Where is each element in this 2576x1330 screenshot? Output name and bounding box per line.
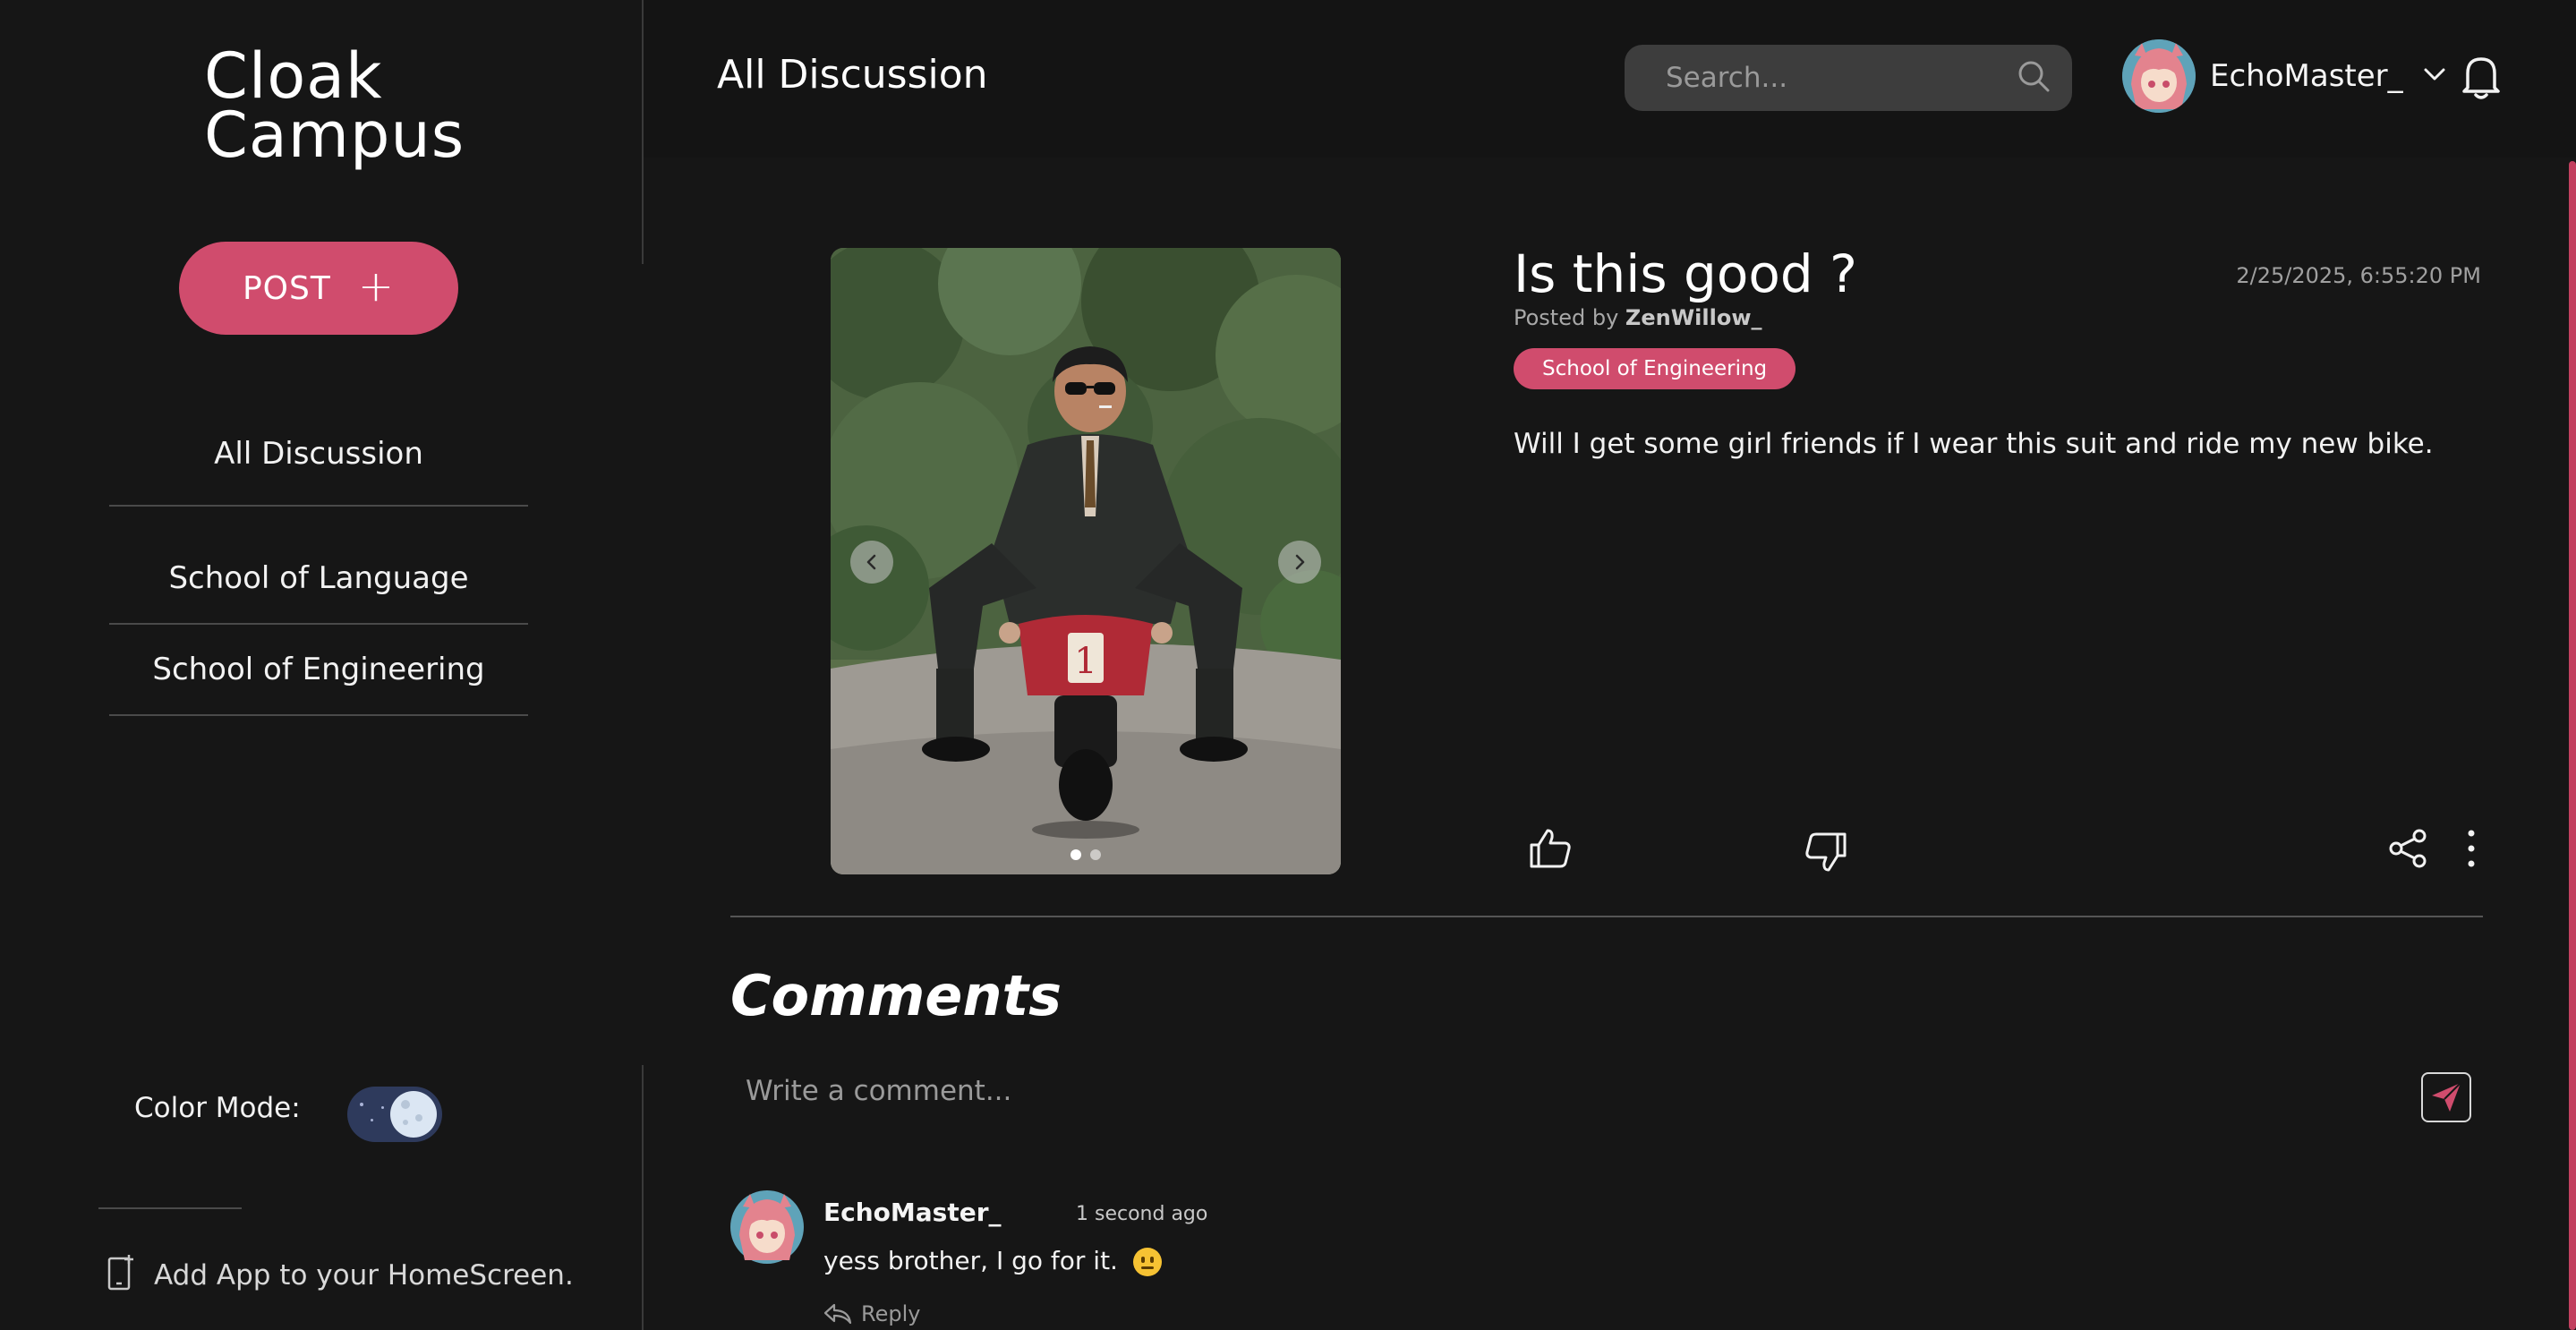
chevron-left-icon <box>866 554 876 570</box>
user-menu[interactable]: EchoMaster_ <box>2122 39 2446 113</box>
carousel-dots <box>831 849 1341 860</box>
sidebar-item-school-of-engineering[interactable]: School of Engineering <box>109 625 528 716</box>
carousel-dot-1[interactable] <box>1070 849 1081 860</box>
comment-text-content: yess brother, I go for it. <box>823 1246 1118 1275</box>
post-title: Is this good ? <box>1514 243 1857 304</box>
share-icon[interactable] <box>2389 829 2428 872</box>
star-icon <box>381 1106 384 1109</box>
moon-icon <box>390 1091 437 1138</box>
sidebar-item-label: School of Engineering <box>152 652 485 687</box>
comment-author[interactable]: EchoMaster_ <box>823 1198 1002 1227</box>
post-button-label: POST <box>242 269 331 307</box>
sidebar-nav: All Discussion School of Language School… <box>109 403 528 716</box>
avatar <box>730 1190 804 1264</box>
search-input[interactable] <box>1666 62 2016 94</box>
chevron-right-icon <box>1295 554 1305 570</box>
add-to-homescreen-link[interactable]: Add App to your HomeScreen. <box>104 1253 574 1298</box>
category-tag[interactable]: School of Engineering <box>1514 348 1796 389</box>
search-bar <box>1625 45 2072 111</box>
post-author-line: Posted by ZenWillow_ <box>1514 305 1762 330</box>
color-mode-toggle[interactable] <box>347 1087 442 1142</box>
reply-label: Reply <box>861 1301 921 1326</box>
color-mode-label: Color Mode: <box>134 1092 301 1124</box>
carousel-prev-button[interactable] <box>850 541 893 584</box>
comment-input[interactable] <box>746 1069 2357 1113</box>
comments-heading: Comments <box>730 963 1062 1028</box>
post-detail: 1 Is this good ? 2/25/2025, 6:55:20 PM P… <box>644 158 2576 1330</box>
color-mode-control: Color Mode: <box>134 1087 442 1142</box>
thumbs-up-icon[interactable] <box>1528 827 1573 874</box>
app-root: Cloak Campus POST + All Discussion Schoo… <box>0 0 2576 1330</box>
emoji-icon <box>1132 1248 1162 1276</box>
send-comment-button[interactable] <box>2421 1072 2471 1122</box>
post-button[interactable]: POST + <box>179 242 458 335</box>
sidebar-item-label: All Discussion <box>214 436 423 472</box>
image-carousel: 1 <box>831 248 1341 874</box>
thumbs-down-icon[interactable] <box>1804 831 1848 877</box>
add-to-homescreen-icon <box>104 1253 136 1298</box>
avatar <box>2122 39 2196 113</box>
username: EchoMaster_ <box>2210 58 2403 94</box>
comment-timestamp: 1 second ago <box>1076 1203 1208 1225</box>
carousel-dot-2[interactable] <box>1090 849 1101 860</box>
logo-line-2: Campus <box>204 98 465 172</box>
post-author[interactable]: ZenWillow_ <box>1625 305 1762 330</box>
posted-by-prefix: Posted by <box>1514 305 1619 330</box>
add-to-homescreen-label: Add App to your HomeScreen. <box>154 1259 574 1292</box>
reply-button[interactable]: Reply <box>823 1301 920 1326</box>
scrollbar[interactable] <box>2569 161 2576 1330</box>
plus-icon: + <box>357 261 396 311</box>
page-title: All Discussion <box>717 52 988 98</box>
carousel-next-button[interactable] <box>1278 541 1321 584</box>
svg-text:1: 1 <box>1074 641 1096 682</box>
sidebar-item-all-discussion[interactable]: All Discussion <box>109 403 528 507</box>
sidebar-item-label: School of Language <box>168 560 469 596</box>
reply-icon <box>823 1303 852 1325</box>
post-body: Will I get some girl friends if I wear t… <box>1514 428 2434 460</box>
send-icon <box>2432 1082 2461 1112</box>
chevron-down-icon <box>2423 67 2446 85</box>
more-options-icon[interactable] <box>2466 829 2477 872</box>
app-logo[interactable]: Cloak Campus <box>204 39 490 172</box>
top-header: All Discussion Search... EchoMaster_ <box>644 0 2576 158</box>
sidebar-divider <box>98 1207 242 1209</box>
bell-icon[interactable] <box>2461 54 2502 104</box>
post-image: 1 <box>831 248 1341 874</box>
comment-text: yess brother, I go for it. <box>823 1246 1162 1276</box>
sidebar-item-school-of-language[interactable]: School of Language <box>109 533 528 625</box>
star-icon <box>371 1119 373 1121</box>
post-divider <box>730 916 2483 917</box>
search-icon[interactable] <box>2016 58 2051 98</box>
star-icon <box>360 1103 363 1106</box>
sidebar: Cloak Campus POST + All Discussion Schoo… <box>0 0 643 1330</box>
logo-line-1: Cloak <box>204 39 383 113</box>
post-timestamp: 2/25/2025, 6:55:20 PM <box>2236 263 2481 288</box>
